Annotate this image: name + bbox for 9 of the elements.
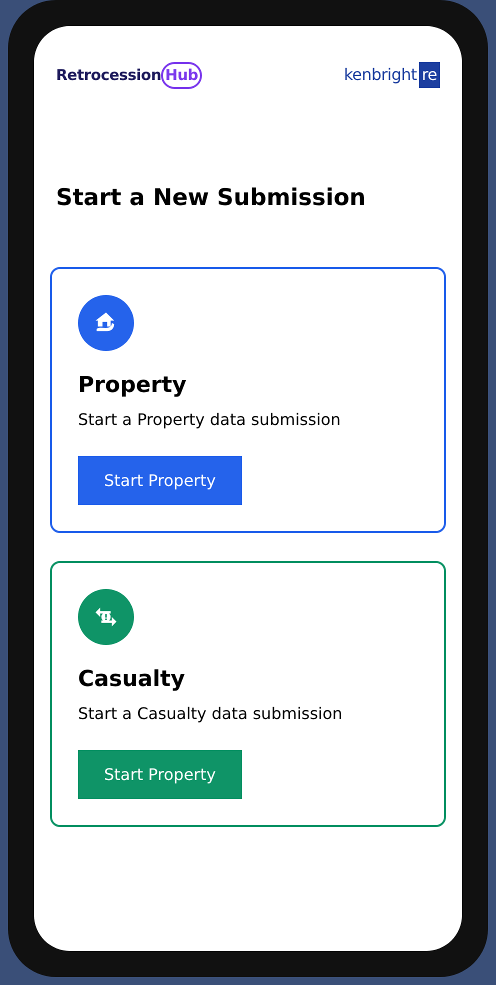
start-button[interactable]: Start Property bbox=[78, 750, 242, 799]
retrocessionhub-logo: Retrocession Hub bbox=[56, 62, 202, 88]
page-title: Start a New Submission bbox=[56, 184, 367, 212]
start-button[interactable]: Start Property bbox=[78, 456, 242, 505]
card-title: Casualty bbox=[78, 666, 186, 694]
card-description: Start a Casualty data submission bbox=[78, 703, 344, 725]
kenbright-logo: kenbright re bbox=[344, 62, 440, 88]
card-title: Property bbox=[78, 372, 188, 400]
card-description: Start a Property data submission bbox=[78, 409, 342, 431]
